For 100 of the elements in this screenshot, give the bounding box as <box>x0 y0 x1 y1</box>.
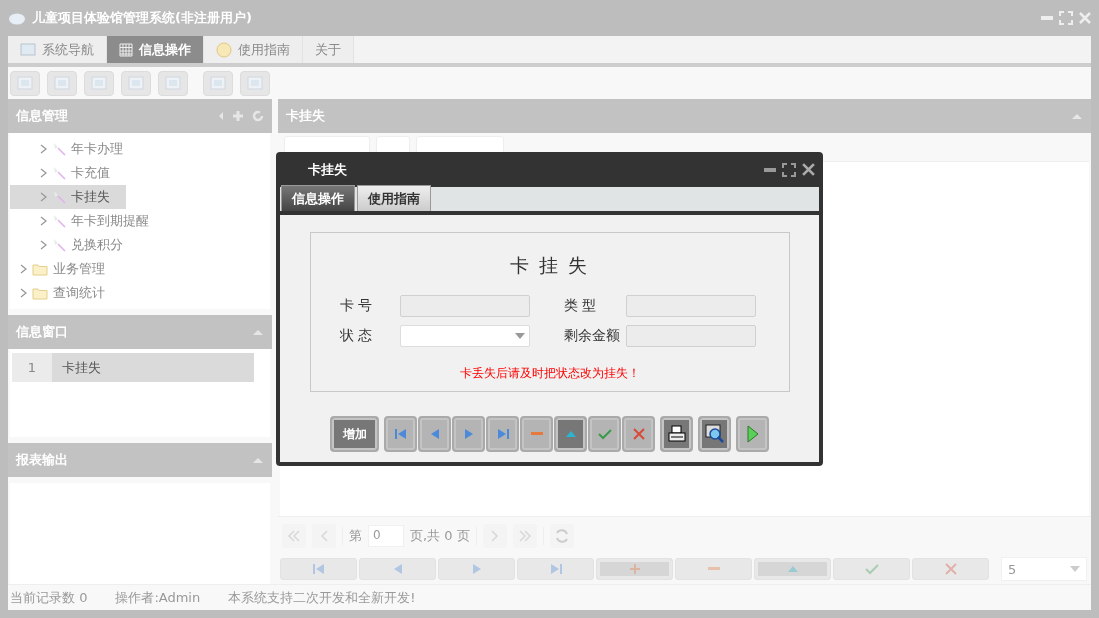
first-page-button[interactable] <box>282 523 306 548</box>
menu-tab[interactable]: 系统导航 <box>8 36 107 63</box>
print-button[interactable] <box>660 416 693 452</box>
search-tool-button[interactable] <box>10 70 40 96</box>
left-arrow-icon[interactable] <box>218 111 224 121</box>
chevron-icon <box>40 144 47 154</box>
last-icon <box>495 428 510 440</box>
status-text: 当前记录数 0 <box>10 588 88 607</box>
tree-item[interactable]: 卡挂失 <box>10 185 126 209</box>
first-button[interactable] <box>384 416 417 452</box>
printer-tool-button[interactable] <box>240 70 270 96</box>
dialog-title: 卡挂失 <box>308 160 348 179</box>
menu-tab[interactable]: 使用指南 <box>204 36 303 63</box>
checkmark-icon <box>597 428 612 440</box>
refresh-button[interactable] <box>549 523 574 548</box>
minus-icon <box>707 567 720 571</box>
play-button[interactable] <box>736 416 769 452</box>
status-text: 操作者:Admin <box>115 588 201 607</box>
panel-title: 卡挂失 <box>286 107 326 125</box>
chevron-icon <box>40 192 47 202</box>
double-right-icon <box>517 529 532 542</box>
last-icon <box>548 563 563 575</box>
chevron-icon <box>40 168 47 178</box>
input-field[interactable] <box>399 295 530 317</box>
menu-tab[interactable]: 关于 <box>303 36 354 63</box>
chevron-icon <box>40 216 47 226</box>
minus-button[interactable] <box>520 416 553 452</box>
up-button[interactable] <box>554 416 587 452</box>
grid-icon <box>119 42 133 57</box>
wand-icon <box>52 214 66 228</box>
next-icon <box>463 428 474 440</box>
folder-icon <box>32 262 48 276</box>
prev-button[interactable] <box>418 416 451 452</box>
previous-page-button[interactable] <box>312 523 336 548</box>
list-tool-button[interactable] <box>47 70 77 96</box>
minus-icon <box>530 432 543 436</box>
up-icon <box>564 430 577 438</box>
collapse-icon[interactable] <box>252 456 264 464</box>
field-label: 状 态 <box>339 327 373 345</box>
preview-button[interactable] <box>698 416 731 452</box>
right-chevron-icon <box>490 529 499 542</box>
tree-item[interactable]: 兑换积分 <box>10 233 270 257</box>
add-button[interactable]: 增加 <box>330 416 379 452</box>
tree-item[interactable]: 业务管理 <box>10 257 270 281</box>
chevron-icon <box>20 288 27 298</box>
close-icon[interactable] <box>802 163 815 176</box>
dropdown-icon <box>514 333 525 339</box>
plus-icon <box>628 563 641 575</box>
page-size-select[interactable]: 5 <box>1001 557 1087 581</box>
last-page-button[interactable] <box>512 523 537 548</box>
close-icon <box>944 563 957 575</box>
dialog-tab[interactable]: 信息操作 <box>281 185 355 211</box>
window-tool-button[interactable] <box>203 70 233 96</box>
window-title: 儿童项目体验馆管理系统(非注册用户) <box>32 9 253 27</box>
next-button[interactable] <box>452 416 485 452</box>
status-select[interactable] <box>399 325 530 347</box>
tree-item[interactable]: 年卡到期提醒 <box>10 209 270 233</box>
menu-tab[interactable]: 信息操作 <box>107 36 204 63</box>
form-title: 卡 挂 失 <box>509 253 590 278</box>
dialog-tab[interactable]: 使用指南 <box>357 185 431 211</box>
panel-title: 信息管理 <box>16 107 69 125</box>
cross-button[interactable] <box>622 416 655 452</box>
next-page-button[interactable] <box>482 523 507 548</box>
page-field[interactable]: 0 <box>368 524 404 547</box>
first-icon <box>311 563 326 575</box>
last-button[interactable] <box>486 416 519 452</box>
minimize-icon[interactable] <box>764 167 776 172</box>
collapse-icon[interactable] <box>252 328 264 336</box>
wand-icon <box>52 166 66 180</box>
chevron-icon <box>40 240 47 250</box>
status-text: 本系统支持二次开发和全新开发! <box>228 588 416 607</box>
field-label: 卡 号 <box>339 297 373 315</box>
dropdown-icon <box>1070 566 1080 572</box>
tree-item[interactable]: 年卡办理 <box>10 137 270 161</box>
app-logo-icon <box>8 11 26 25</box>
input-field[interactable] <box>625 325 756 347</box>
confirm-button[interactable] <box>588 416 621 452</box>
maximize-icon[interactable] <box>782 162 796 177</box>
plus-icon[interactable] <box>232 110 244 122</box>
collapse-icon[interactable] <box>1071 112 1083 120</box>
previous-icon <box>429 428 440 440</box>
add-button[interactable] <box>596 558 673 580</box>
tree-item[interactable]: 卡充值 <box>10 161 270 185</box>
panel-title: 信息窗口 <box>16 323 69 341</box>
first-icon <box>393 428 408 440</box>
play-icon <box>746 425 759 443</box>
folder-icon <box>32 286 48 300</box>
help-icon <box>216 41 232 58</box>
tree-item[interactable]: 查询统计 <box>10 281 270 305</box>
wand-icon <box>52 238 66 252</box>
window-list-item[interactable]: 1 卡挂失 <box>12 353 254 382</box>
user-tool-button[interactable] <box>121 70 151 96</box>
left-chevron-icon <box>320 529 328 542</box>
input-field[interactable] <box>625 295 756 317</box>
refresh-icon[interactable] <box>252 110 264 122</box>
monitor-tool-button[interactable] <box>158 70 188 96</box>
wand-icon <box>52 190 66 204</box>
document-tool-button[interactable] <box>84 70 114 96</box>
refresh-icon <box>553 527 570 544</box>
page-count-label: 页,共 0 页 <box>410 526 470 545</box>
